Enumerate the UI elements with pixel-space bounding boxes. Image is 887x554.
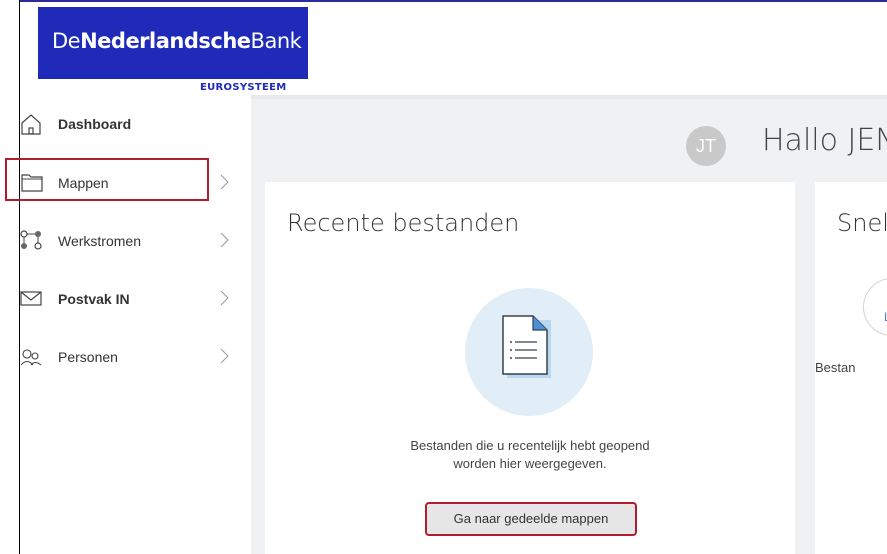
recent-files-card: Recente bestanden Bestanden die u recent… [265, 182, 795, 554]
logo-text: DeNederlandscheBank [52, 29, 302, 53]
envelope-icon [20, 291, 42, 306]
header-divider [251, 95, 887, 99]
quick-access-card: Snel L Bestan [815, 182, 887, 554]
card-title: Snel [837, 209, 887, 237]
chevron-right-icon [220, 348, 229, 364]
go-to-shared-folders-button[interactable]: Ga naar gedeelde mappen [425, 502, 637, 536]
quick-access-text: Bestan [815, 360, 856, 375]
home-icon [21, 114, 41, 135]
document-icon [502, 315, 551, 378]
sidebar-item-postvak-in[interactable]: Postvak IN [20, 279, 251, 319]
greeting-text: Hallo JEN [762, 123, 887, 158]
sidebar-item-personen[interactable]: Personen [20, 337, 251, 377]
chevron-right-icon [220, 290, 229, 306]
sidebar-item-werkstromen[interactable]: Werkstromen [20, 221, 251, 261]
sidebar-item-label: Werkstromen [58, 233, 141, 249]
sidebar-item-dashboard[interactable]: Dashboard [20, 105, 251, 145]
workflow-icon [20, 230, 42, 250]
sidebar-item-label: Postvak IN [58, 291, 130, 307]
avatar[interactable]: JT [686, 126, 726, 166]
mappen-highlight-box [5, 158, 209, 201]
chevron-right-icon [220, 174, 229, 190]
people-icon [20, 349, 42, 366]
chevron-right-icon [220, 232, 229, 248]
sidebar-item-label: Dashboard [58, 116, 132, 132]
logo-subtitle: EUROSYSTEEM [200, 82, 287, 93]
quick-access-circle[interactable] [863, 278, 887, 336]
card-title: Recente bestanden [287, 209, 520, 237]
empty-state-text-line1: Bestanden die u recentelijk hebt geopend [410, 438, 650, 453]
window-top-border [20, 0, 887, 2]
empty-state-text-line2: worden hier weergegeven. [453, 456, 607, 471]
empty-state-circle [465, 288, 593, 416]
sidebar-item-label: Personen [58, 349, 118, 365]
dnb-logo[interactable]: DeNederlandscheBank [38, 7, 308, 79]
